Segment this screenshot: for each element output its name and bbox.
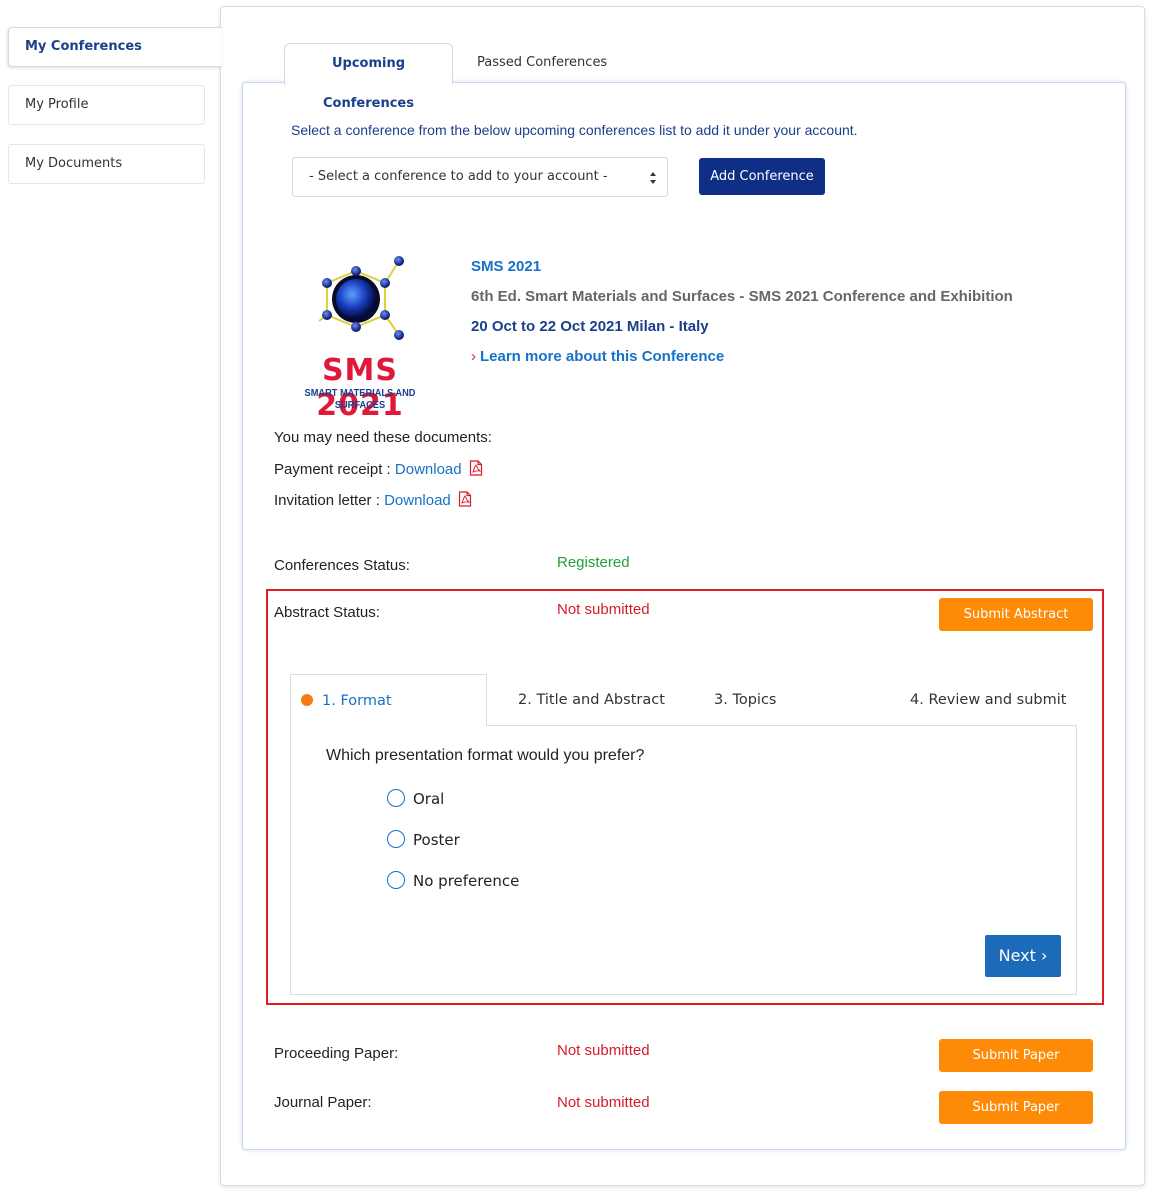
conference-select-value: - Select a conference to add to your acc… xyxy=(309,169,608,184)
radio-option-no-preference[interactable]: No preference xyxy=(387,869,519,893)
journal-paper-status: Not submitted xyxy=(557,1094,650,1111)
step-dot-icon xyxy=(301,694,313,706)
learn-more-link[interactable]: › Learn more about this Conference xyxy=(471,348,724,365)
abstract-status-value: Not submitted xyxy=(557,601,650,618)
conference-logo: SMS 2021 SMART MATERIALS AND SURFACES xyxy=(279,253,439,423)
radio-option-poster[interactable]: Poster xyxy=(387,828,460,852)
chevron-right-icon: › xyxy=(471,348,476,365)
payment-receipt-download-link[interactable]: Download xyxy=(395,461,462,478)
conference-panel: Select a conference from the below upcom… xyxy=(242,82,1126,1150)
invitation-letter-line: Invitation letter : Download xyxy=(274,491,472,509)
pdf-file-icon[interactable] xyxy=(458,491,472,507)
logo-subtitle: SMART MATERIALS AND SURFACES xyxy=(304,387,416,411)
wizard-step-format[interactable]: 1. Format xyxy=(290,674,487,726)
conference-status-label: Conferences Status: xyxy=(274,557,410,574)
next-button[interactable]: Next › xyxy=(985,935,1061,977)
invitation-letter-label: Invitation letter : xyxy=(274,492,385,509)
wizard-step-review-submit[interactable]: 4. Review and submit xyxy=(910,679,1066,721)
sidebar-item-my-documents[interactable]: My Documents xyxy=(8,144,205,184)
radio-option-label: Poster xyxy=(413,831,460,849)
documents-title: You may need these documents: xyxy=(274,429,492,446)
add-conference-button[interactable]: Add Conference xyxy=(699,158,825,195)
conference-status-value: Registered xyxy=(557,554,630,571)
radio-option-oral[interactable]: Oral xyxy=(387,787,444,811)
conference-select[interactable]: - Select a conference to add to your acc… xyxy=(292,157,668,197)
radio-option-label: No preference xyxy=(413,872,520,890)
payment-receipt-label: Payment receipt : xyxy=(274,461,395,478)
pdf-file-icon[interactable] xyxy=(469,460,483,476)
tab-passed-conferences[interactable]: Passed Conferences xyxy=(477,43,607,83)
submit-abstract-button[interactable]: Submit Abstract xyxy=(939,598,1093,631)
proceeding-paper-label: Proceeding Paper: xyxy=(274,1045,399,1062)
invitation-letter-download-link[interactable]: Download xyxy=(384,492,451,509)
proceeding-paper-status: Not submitted xyxy=(557,1042,650,1059)
radio-button[interactable] xyxy=(387,830,405,848)
submit-journal-paper-button[interactable]: Submit Paper xyxy=(939,1091,1093,1124)
abstract-wizard-panel xyxy=(290,725,1077,995)
conference-name: 6th Ed. Smart Materials and Surfaces - S… xyxy=(471,288,1013,305)
journal-paper-label: Journal Paper: xyxy=(274,1094,372,1111)
sidebar-item-my-profile[interactable]: My Profile xyxy=(8,85,205,125)
radio-button[interactable] xyxy=(387,789,405,807)
select-arrows-icon xyxy=(649,158,657,212)
format-question: Which presentation format would you pref… xyxy=(326,747,645,764)
select-instruction: Select a conference from the below upcom… xyxy=(291,122,858,138)
submit-proceeding-paper-button[interactable]: Submit Paper xyxy=(939,1039,1093,1072)
radio-button[interactable] xyxy=(387,871,405,889)
wizard-step-title-abstract[interactable]: 2. Title and Abstract xyxy=(518,679,665,721)
wizard-step-topics[interactable]: 3. Topics xyxy=(714,679,776,721)
learn-more-label: Learn more about this Conference xyxy=(480,348,725,365)
tab-upcoming-conferences[interactable]: Upcoming Conferences xyxy=(284,43,453,111)
conference-dates: 20 Oct to 22 Oct 2021 Milan - Italy xyxy=(471,318,709,335)
conference-code[interactable]: SMS 2021 xyxy=(471,258,541,275)
wizard-step-format-label: 1. Format xyxy=(322,693,392,709)
molecule-logo-icon xyxy=(318,256,404,340)
radio-option-label: Oral xyxy=(413,790,445,808)
abstract-status-label: Abstract Status: xyxy=(274,604,380,621)
sidebar-item-my-conferences[interactable]: My Conferences xyxy=(8,27,222,67)
main-panel: Upcoming Conferences Passed Conferences … xyxy=(220,6,1145,1186)
payment-receipt-line: Payment receipt : Download xyxy=(274,460,483,478)
